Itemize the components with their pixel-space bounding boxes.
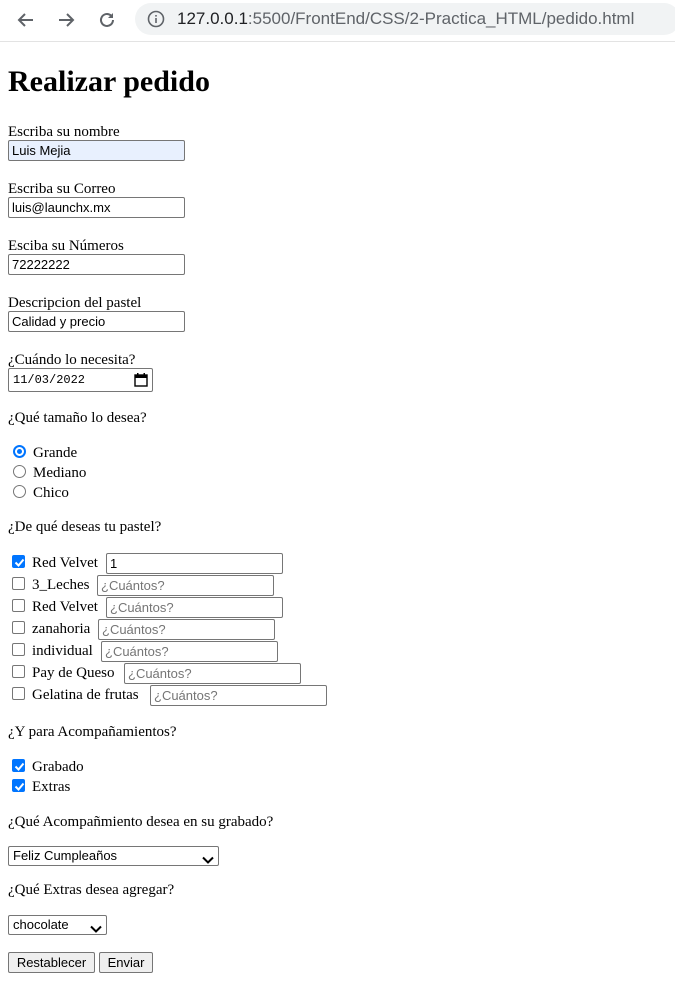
back-arrow-icon[interactable]: [12, 6, 40, 34]
calendar-icon[interactable]: [134, 373, 148, 391]
number-input[interactable]: [8, 254, 185, 275]
number-label: Esciba su Números: [8, 238, 124, 254]
engraving-question: ¿Qué Acompañmiento desea en su grabado?: [8, 814, 274, 830]
extras-question: ¿Qué Extras desea agregar?: [8, 882, 175, 898]
quantity-input[interactable]: [98, 619, 275, 640]
flavor-label: zanahoria: [32, 621, 91, 637]
size-radio-mediano[interactable]: [13, 465, 26, 478]
address-bar[interactable]: 127.0.0.1:5500/FrontEnd/CSS/2-Practica_H…: [135, 3, 675, 35]
info-icon[interactable]: [147, 10, 165, 28]
url-path: :5500/FrontEnd/CSS/2-Practica_HTML/pedid…: [247, 9, 635, 28]
date-label: ¿Cuándo lo necesita?: [8, 352, 136, 368]
flavor-label: individual: [32, 643, 93, 659]
date-input[interactable]: 11/03/2022: [8, 368, 153, 392]
flavor-label: Gelatina de frutas: [32, 687, 139, 703]
forward-arrow-icon[interactable]: [52, 6, 80, 34]
size-question: ¿Qué tamaño lo desea?: [8, 410, 147, 426]
flavor-label: Pay de Queso: [32, 665, 115, 681]
reload-icon[interactable]: [93, 6, 121, 34]
quantity-input[interactable]: [150, 685, 327, 706]
engraving-select[interactable]: Feliz Cumpleaños: [8, 846, 219, 866]
page-title: Realizar pedido: [8, 65, 210, 98]
flavor-label: Red Velvet: [32, 599, 98, 615]
name-label: Escriba su nombre: [8, 124, 120, 140]
size-radio-grande[interactable]: [13, 445, 26, 458]
extras-checkbox[interactable]: [12, 779, 25, 792]
url-host: 127.0.0.1: [177, 9, 248, 28]
date-value: 11/03/2022: [13, 373, 86, 387]
flavor-question: ¿De qué deseas tu pastel?: [8, 519, 162, 535]
flavor-label: Red Velvet: [32, 555, 98, 571]
description-label: Descripcion del pastel: [8, 295, 142, 311]
flavor-checkbox[interactable]: [12, 665, 25, 678]
flavor-checkbox[interactable]: [12, 687, 25, 700]
email-input[interactable]: [8, 197, 185, 218]
quantity-input[interactable]: [124, 663, 301, 684]
description-input[interactable]: [8, 311, 185, 332]
extras-selected: chocolate: [13, 917, 69, 932]
size-option-label: Mediano: [33, 465, 87, 481]
quantity-input[interactable]: [106, 597, 283, 618]
email-label: Escriba su Correo: [8, 181, 116, 197]
extras-select[interactable]: chocolate: [8, 915, 107, 935]
flavor-checkbox[interactable]: [12, 555, 25, 568]
size-option-label: Grande: [33, 445, 78, 461]
browser-toolbar: 127.0.0.1:5500/FrontEnd/CSS/2-Practica_H…: [0, 0, 675, 42]
quantity-input[interactable]: [101, 641, 278, 662]
size-option-label: Chico: [33, 485, 69, 501]
quantity-input[interactable]: [106, 553, 283, 574]
flavor-label: 3_Leches: [32, 577, 90, 593]
flavor-checkbox[interactable]: [12, 643, 25, 656]
flavor-checkbox[interactable]: [12, 599, 25, 612]
sides-question: ¿Y para Acompañamientos?: [8, 724, 177, 740]
engraving-checkbox[interactable]: [12, 759, 25, 772]
reset-button[interactable]: Restablecer: [8, 952, 95, 973]
chevron-down-icon: [202, 852, 214, 870]
chevron-down-icon: [90, 921, 102, 939]
engraving-selected: Feliz Cumpleaños: [13, 848, 118, 863]
flavor-checkbox[interactable]: [12, 577, 25, 590]
sides-label: Extras: [32, 779, 71, 795]
flavor-checkbox[interactable]: [12, 621, 25, 634]
quantity-input[interactable]: [97, 575, 274, 596]
sides-label: Grabado: [32, 759, 84, 775]
submit-button[interactable]: Enviar: [99, 952, 153, 973]
size-radio-chico[interactable]: [13, 485, 26, 498]
name-input[interactable]: [8, 140, 185, 161]
